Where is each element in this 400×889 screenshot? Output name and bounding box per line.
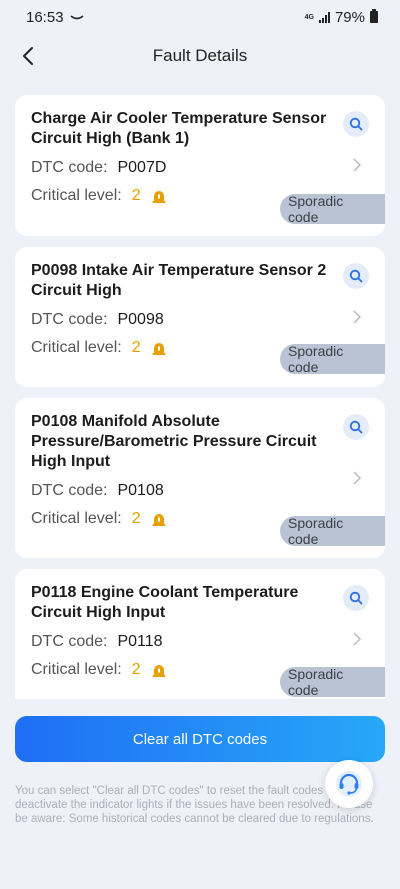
dtc-code: P007D bbox=[117, 159, 167, 176]
search-button[interactable] bbox=[343, 414, 369, 440]
dtc-row: DTC code: P0108 bbox=[31, 482, 369, 500]
dtc-code: P0118 bbox=[117, 633, 163, 650]
critical-level: 2 bbox=[131, 187, 141, 204]
critical-label: Critical level: bbox=[31, 339, 122, 356]
clear-all-dtc-button[interactable]: Clear all DTC codes bbox=[15, 716, 385, 762]
status-right: 4G 79% bbox=[305, 9, 378, 26]
fault-title: P0108 Manifold Absolute Pressure/Baromet… bbox=[31, 413, 317, 470]
status-bar: 16:53 4G 79% bbox=[0, 0, 400, 34]
critical-label: Critical level: bbox=[31, 510, 122, 527]
dtc-label: DTC code: bbox=[31, 311, 108, 328]
header: Fault Details bbox=[0, 36, 400, 76]
status-time: 16:53 bbox=[26, 8, 64, 26]
dtc-label: DTC code: bbox=[31, 159, 108, 176]
battery-icon bbox=[370, 9, 378, 23]
dtc-label: DTC code: bbox=[31, 633, 108, 650]
chevron-right-icon[interactable] bbox=[351, 157, 363, 173]
search-button[interactable] bbox=[343, 585, 369, 611]
fault-title: P0098 Intake Air Temperature Sensor 2 Ci… bbox=[31, 262, 327, 299]
page-title: Fault Details bbox=[152, 46, 248, 65]
critical-label: Critical level: bbox=[31, 187, 122, 204]
chevron-right-icon[interactable] bbox=[351, 309, 363, 325]
critical-level: 2 bbox=[131, 510, 141, 527]
back-arrow-icon bbox=[23, 47, 33, 65]
status-badge: Sporadic code bbox=[280, 515, 385, 547]
fault-title: P0118 Engine Coolant Temperature Circuit… bbox=[31, 584, 299, 621]
chevron-right-icon[interactable] bbox=[351, 631, 363, 647]
dtc-code: P0098 bbox=[117, 311, 164, 328]
dtc-label: DTC code: bbox=[31, 482, 108, 499]
fault-list[interactable]: Charge Air Cooler Temperature Sensor Cir… bbox=[15, 95, 385, 699]
search-icon bbox=[349, 591, 363, 605]
dtc-row: DTC code: P0098 bbox=[31, 311, 369, 329]
status-badge: Sporadic code bbox=[280, 666, 385, 698]
critical-label: Critical level: bbox=[31, 661, 122, 678]
status-badge: Sporadic code bbox=[280, 343, 385, 375]
back-button[interactable] bbox=[14, 42, 42, 70]
alarm-light-icon bbox=[151, 340, 167, 356]
support-button[interactable] bbox=[325, 760, 373, 808]
fault-card[interactable]: P0098 Intake Air Temperature Sensor 2 Ci… bbox=[15, 247, 385, 387]
search-icon bbox=[349, 117, 363, 131]
alarm-light-icon bbox=[151, 662, 167, 678]
signal-icon bbox=[318, 11, 330, 23]
search-button[interactable] bbox=[343, 263, 369, 289]
link-icon bbox=[70, 15, 84, 20]
status-left: 16:53 bbox=[26, 9, 84, 26]
chevron-right-icon[interactable] bbox=[351, 470, 363, 486]
critical-level: 2 bbox=[131, 661, 141, 678]
search-button[interactable] bbox=[343, 111, 369, 137]
fault-card[interactable]: P0108 Manifold Absolute Pressure/Baromet… bbox=[15, 398, 385, 558]
headset-support-icon bbox=[336, 771, 362, 797]
search-icon bbox=[349, 420, 363, 434]
alarm-light-icon bbox=[151, 511, 167, 527]
search-icon bbox=[349, 269, 363, 283]
dtc-row: DTC code: P007D bbox=[31, 159, 369, 177]
dtc-code: P0108 bbox=[117, 482, 164, 499]
fault-card[interactable]: Charge Air Cooler Temperature Sensor Cir… bbox=[15, 95, 385, 236]
status-badge: Sporadic code bbox=[280, 193, 385, 225]
fault-card[interactable]: P0118 Engine Coolant Temperature Circuit… bbox=[15, 569, 385, 699]
critical-level: 2 bbox=[131, 339, 141, 356]
dtc-row: DTC code: P0118 bbox=[31, 633, 369, 651]
network-icon: 4G bbox=[304, 13, 314, 21]
alarm-light-icon bbox=[151, 188, 167, 204]
battery-percent: 79% bbox=[334, 8, 365, 26]
fault-title: Charge Air Cooler Temperature Sensor Cir… bbox=[31, 110, 327, 147]
